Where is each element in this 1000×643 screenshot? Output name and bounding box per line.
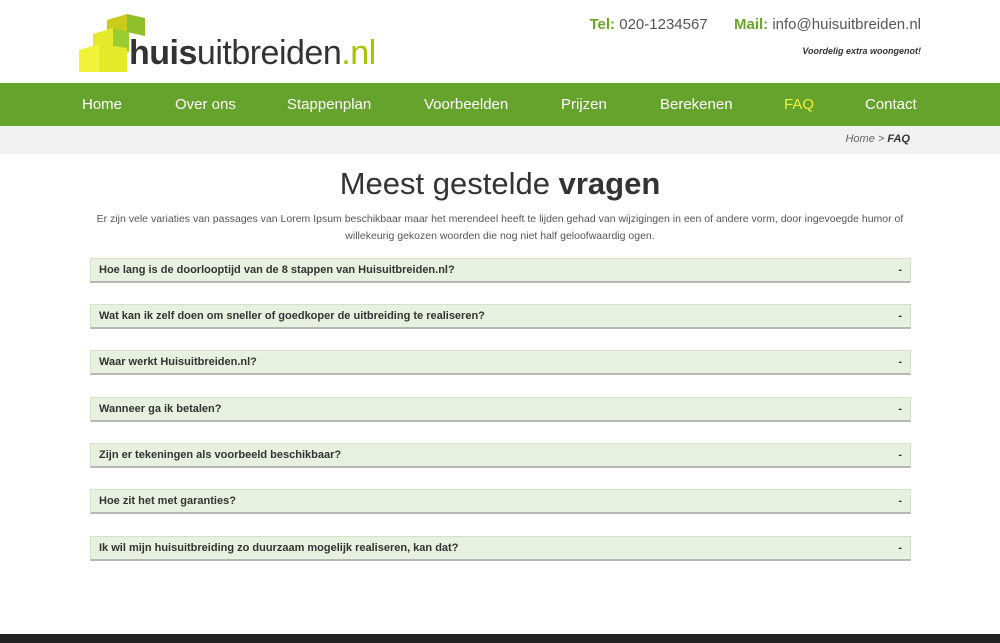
breadcrumb: Home > FAQ — [845, 133, 910, 145]
breadcrumb-home-link[interactable]: Home — [845, 133, 874, 145]
faq-question: Waar werkt Huisuitbreiden.nl? — [99, 356, 257, 368]
collapse-icon[interactable]: - — [898, 310, 902, 322]
phone-number[interactable]: 020-1234567 — [619, 16, 707, 33]
faq-item[interactable]: Ik wil mijn huisuitbreiding zo duurzaam … — [90, 536, 911, 561]
collapse-icon[interactable]: - — [898, 356, 902, 368]
faq-question: Hoe zit het met garanties? — [99, 495, 236, 507]
faq-item[interactable]: Zijn er tekeningen als voorbeeld beschik… — [90, 443, 911, 468]
collapse-icon[interactable]: - — [898, 495, 902, 507]
nav-item-faq[interactable]: FAQ — [784, 83, 814, 126]
site-header: huisuitbreiden.nl Tel: 020-1234567 Mail:… — [0, 0, 1000, 83]
nav-item-berekenen[interactable]: Berekenen — [660, 83, 733, 126]
collapse-icon[interactable]: - — [898, 449, 902, 461]
faq-question: Wat kan ik zelf doen om sneller of goedk… — [99, 310, 485, 322]
tagline: Voordelig extra woongenot! — [802, 46, 921, 56]
faq-question: Wanneer ga ik betalen? — [99, 403, 222, 415]
email-link[interactable]: info@huisuitbreiden.nl — [772, 16, 921, 33]
site-logo[interactable]: huisuitbreiden.nl — [79, 14, 376, 74]
nav-item-home[interactable]: Home — [82, 83, 122, 126]
nav-item-prijzen[interactable]: Prijzen — [561, 83, 607, 126]
faq-item[interactable]: Hoe zit het met garanties? - — [90, 489, 911, 514]
page-title: Meest gestelde vragen — [339, 166, 661, 201]
faq-question: Ik wil mijn huisuitbreiding zo duurzaam … — [99, 542, 459, 554]
collapse-icon[interactable]: - — [898, 542, 902, 554]
mail-label: Mail: — [734, 16, 769, 33]
faq-item[interactable]: Wat kan ik zelf doen om sneller of goedk… — [90, 304, 911, 329]
collapse-icon[interactable]: - — [898, 264, 902, 276]
collapse-icon[interactable]: - — [898, 403, 902, 415]
faq-item[interactable]: Waar werkt Huisuitbreiden.nl? - — [90, 350, 911, 375]
nav-item-over-ons[interactable]: Over ons — [175, 83, 236, 126]
faq-question: Zijn er tekeningen als voorbeeld beschik… — [99, 449, 342, 461]
intro-text: Er zijn vele variaties van passages van … — [96, 213, 904, 242]
faq-item[interactable]: Wanneer ga ik betalen? - — [90, 397, 911, 422]
breadcrumb-separator: > — [877, 133, 885, 145]
faq-question: Hoe lang is de doorlooptijd van de 8 sta… — [99, 264, 455, 276]
footer — [0, 634, 1000, 643]
breadcrumb-current: FAQ — [887, 133, 910, 145]
nav-item-contact[interactable]: Contact — [865, 83, 917, 126]
phone-label: Tel: — [589, 16, 616, 33]
logo-wordmark: huisuitbreiden.nl — [129, 34, 376, 72]
main-nav: Home Over ons Stappenplan Voorbeelden Pr… — [0, 83, 1000, 126]
faq-item[interactable]: Hoe lang is de doorlooptijd van de 8 sta… — [90, 258, 911, 283]
breadcrumb-bar: Home > FAQ — [0, 126, 1000, 154]
contact-info: Tel: 020-1234567 Mail: info@huisuitbreid… — [590, 16, 922, 33]
nav-item-voorbeelden[interactable]: Voorbeelden — [424, 83, 508, 126]
nav-item-stappenplan[interactable]: Stappenplan — [287, 83, 371, 126]
